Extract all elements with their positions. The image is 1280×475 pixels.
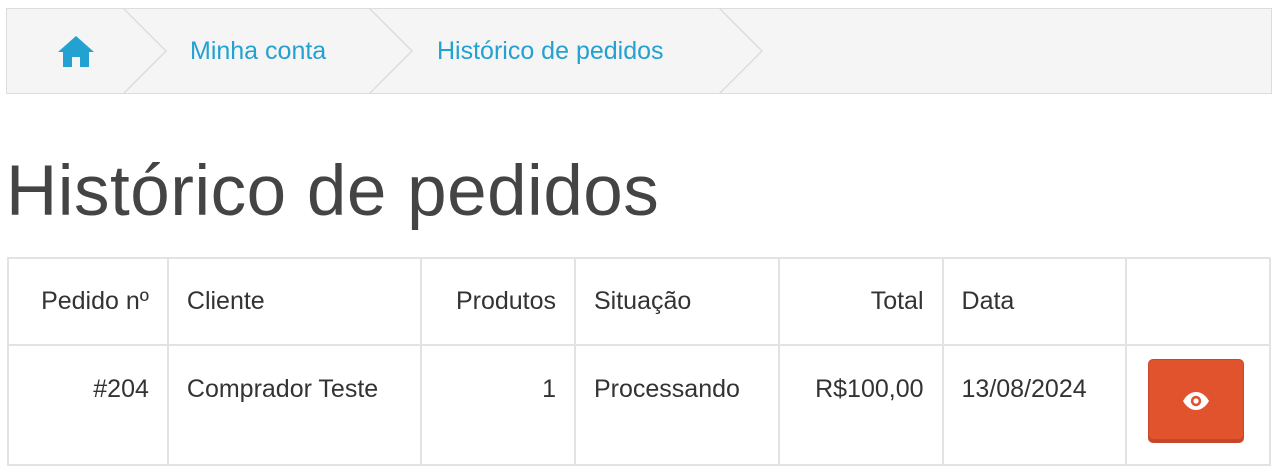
- header-total: Total: [778, 257, 944, 346]
- breadcrumb-separator: [123, 8, 168, 94]
- orders-table: Pedido nº Cliente Produtos Situação Tota…: [7, 257, 1272, 466]
- view-order-button[interactable]: [1147, 359, 1244, 443]
- action-cell: [1124, 344, 1272, 466]
- breadcrumb: Minha conta Histórico de pedidos: [6, 8, 1272, 94]
- table-row: #204 Comprador Teste 1 Processando R$100…: [7, 344, 1272, 466]
- customer-cell: Comprador Teste: [166, 344, 422, 466]
- header-action: [1124, 257, 1272, 346]
- breadcrumb-home-link[interactable]: [55, 9, 97, 93]
- header-customer: Cliente: [166, 257, 422, 346]
- page-title: Histórico de pedidos: [6, 152, 660, 231]
- breadcrumb-order-history-link[interactable]: Histórico de pedidos: [437, 9, 664, 93]
- order-id-cell: #204: [7, 344, 169, 466]
- breadcrumb-my-account-link[interactable]: Minha conta: [190, 9, 326, 93]
- header-products: Produtos: [419, 257, 577, 346]
- breadcrumb-separator: [369, 8, 414, 94]
- breadcrumb-separator: [719, 8, 764, 94]
- header-date: Data: [941, 257, 1127, 346]
- header-order-id: Pedido nº: [7, 257, 169, 346]
- table-header-row: Pedido nº Cliente Produtos Situação Tota…: [7, 257, 1272, 346]
- header-status: Situação: [573, 257, 781, 346]
- home-icon: [58, 36, 94, 67]
- products-cell: 1: [419, 344, 577, 466]
- status-cell: Processando: [573, 344, 781, 466]
- date-cell: 13/08/2024: [941, 344, 1127, 466]
- total-cell: R$100,00: [778, 344, 944, 466]
- eye-icon: [1182, 392, 1209, 410]
